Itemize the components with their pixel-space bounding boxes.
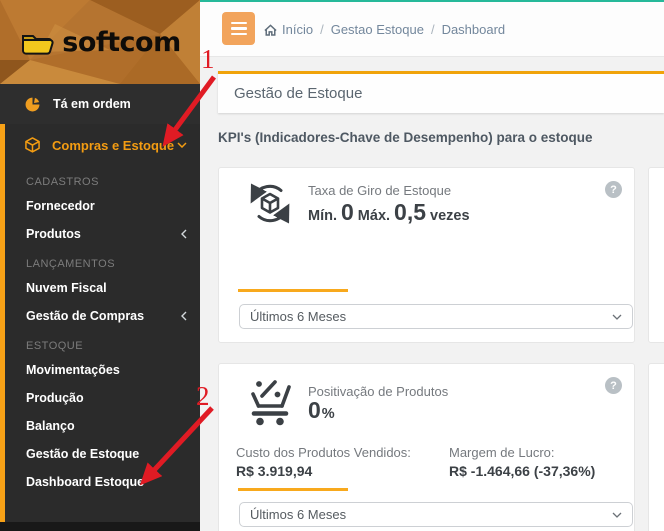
min-value: 0 xyxy=(341,199,354,225)
kpi-section-heading: KPI's (Indicadores-Chave de Desempenho) … xyxy=(218,130,593,145)
sidebar-item-gestao-de-estoque[interactable]: Gestão de Estoque xyxy=(5,440,200,468)
kpi-value: 0% xyxy=(308,397,339,424)
breadcrumb-separator: / xyxy=(431,22,435,37)
chevron-left-icon xyxy=(181,311,187,321)
kpi-card-taxa-de-giro: Taxa de Giro de Estoque Mín.0Máx.0,5veze… xyxy=(218,167,635,343)
page-title: Gestão de Estoque xyxy=(218,74,664,113)
hamburger-icon xyxy=(231,22,247,25)
kpi-value: Mín.0Máx.0,5vezes xyxy=(308,199,474,226)
sidebar-item-label: Balanço xyxy=(26,419,75,433)
stat-label: Custo dos Produtos Vendidos: xyxy=(236,445,449,460)
stat-margem: Margem de Lucro: R$ -1.464,66 (-37,36%) xyxy=(449,445,595,479)
adjacent-card-partial xyxy=(648,167,664,343)
sidebar-item-balanco[interactable]: Balanço xyxy=(5,412,200,440)
brand-name: softcom xyxy=(62,27,180,58)
main-content: Início / Gestao Estoque / Dashboard Gest… xyxy=(200,0,664,531)
card-accent-underline xyxy=(238,488,348,491)
home-icon xyxy=(264,24,277,36)
stat-value: R$ -1.464,66 (-37,36%) xyxy=(449,463,595,479)
breadcrumb: Início / Gestao Estoque / Dashboard xyxy=(264,2,505,57)
period-select[interactable]: Últimos 6 Meses xyxy=(239,304,633,329)
breadcrumb-gestao-estoque[interactable]: Gestao Estoque xyxy=(331,22,424,37)
sidebar-item-dashboard-estoque[interactable]: Dashboard Estoque xyxy=(5,468,200,496)
page-title-panel: Gestão de Estoque xyxy=(218,71,664,113)
sidebar-item-label: Gestão de Compras xyxy=(26,309,144,323)
sidebar-item-compras-e-estoque[interactable]: Compras e Estoque xyxy=(5,124,200,166)
sidebar-section-cadastros: CADASTROS xyxy=(5,166,200,192)
sidebar-item-label: Movimentações xyxy=(26,363,120,377)
kpi-title: Taxa de Giro de Estoque xyxy=(308,183,451,198)
chevron-down-icon xyxy=(612,512,622,518)
breadcrumb-separator: / xyxy=(320,22,324,37)
sidebar-footer xyxy=(0,522,200,531)
kpi-card-positivacao: Positivação de Produtos 0% ? Custo dos P… xyxy=(218,363,635,531)
breadcrumb-dashboard[interactable]: Dashboard xyxy=(442,22,506,37)
sidebar-item-label: Produtos xyxy=(26,227,81,241)
percent-sign: % xyxy=(322,406,335,422)
chevron-left-icon xyxy=(181,229,187,239)
sidebar-item-label: Nuvem Fiscal xyxy=(26,281,107,295)
unit-label: vezes xyxy=(430,208,470,224)
kpi-stats-row: Custo dos Produtos Vendidos: R$ 3.919,94… xyxy=(236,445,624,479)
period-select[interactable]: Últimos 6 Meses xyxy=(239,502,633,527)
max-value: 0,5 xyxy=(394,199,426,225)
sidebar-item-producao[interactable]: Produção xyxy=(5,384,200,412)
topbar: Início / Gestao Estoque / Dashboard xyxy=(200,2,664,57)
sidebar-item-gestao-de-compras[interactable]: Gestão de Compras xyxy=(5,302,200,330)
stat-label: Margem de Lucro: xyxy=(449,445,595,460)
cube-cycle-icon xyxy=(244,179,296,231)
chevron-down-icon xyxy=(177,142,187,148)
period-select-value: Últimos 6 Meses xyxy=(250,507,346,522)
stat-value: R$ 3.919,94 xyxy=(236,463,449,479)
chevron-down-icon xyxy=(612,314,622,320)
app-screen: softcom Tá em ordem Compras e Estoque CA… xyxy=(0,0,664,531)
max-label: Máx. xyxy=(358,208,390,224)
stat-custo: Custo dos Produtos Vendidos: R$ 3.919,94 xyxy=(236,445,449,479)
sidebar-section-lancamentos: LANÇAMENTOS xyxy=(5,248,200,274)
sidebar-active-section: Compras e Estoque CADASTROS Fornecedor P… xyxy=(0,124,200,522)
menu-toggle-button[interactable] xyxy=(222,12,255,45)
sidebar-item-label: Tá em ordem xyxy=(53,97,131,111)
pie-chart-icon xyxy=(25,97,40,112)
help-icon[interactable]: ? xyxy=(605,181,622,198)
help-icon[interactable]: ? xyxy=(605,377,622,394)
sidebar-item-fornecedor[interactable]: Fornecedor xyxy=(5,192,200,220)
sidebar: softcom Tá em ordem Compras e Estoque CA… xyxy=(0,0,200,531)
card-accent-underline xyxy=(238,289,348,292)
sidebar-section-estoque: ESTOQUE xyxy=(5,330,200,356)
sidebar-item-ta-em-ordem[interactable]: Tá em ordem xyxy=(0,84,200,124)
percent-value: 0 xyxy=(308,397,321,423)
sidebar-item-movimentacoes[interactable]: Movimentações xyxy=(5,356,200,384)
sidebar-item-label: Compras e Estoque xyxy=(52,138,174,153)
sidebar-item-nuvem-fiscal[interactable]: Nuvem Fiscal xyxy=(5,274,200,302)
sidebar-item-label: Dashboard Estoque xyxy=(26,475,144,489)
cube-icon xyxy=(25,137,40,153)
brand-logo[interactable]: softcom xyxy=(0,0,200,84)
min-label: Mín. xyxy=(308,208,337,224)
sidebar-item-label: Fornecedor xyxy=(26,199,95,213)
sidebar-item-label: Gestão de Estoque xyxy=(26,447,139,461)
adjacent-card-partial xyxy=(648,363,664,531)
sidebar-item-produtos[interactable]: Produtos xyxy=(5,220,200,248)
period-select-value: Últimos 6 Meses xyxy=(250,309,346,324)
cart-percent-icon xyxy=(244,375,296,427)
breadcrumb-home[interactable]: Início xyxy=(264,22,313,37)
sidebar-item-label: Produção xyxy=(26,391,84,405)
folder-icon xyxy=(19,28,55,56)
